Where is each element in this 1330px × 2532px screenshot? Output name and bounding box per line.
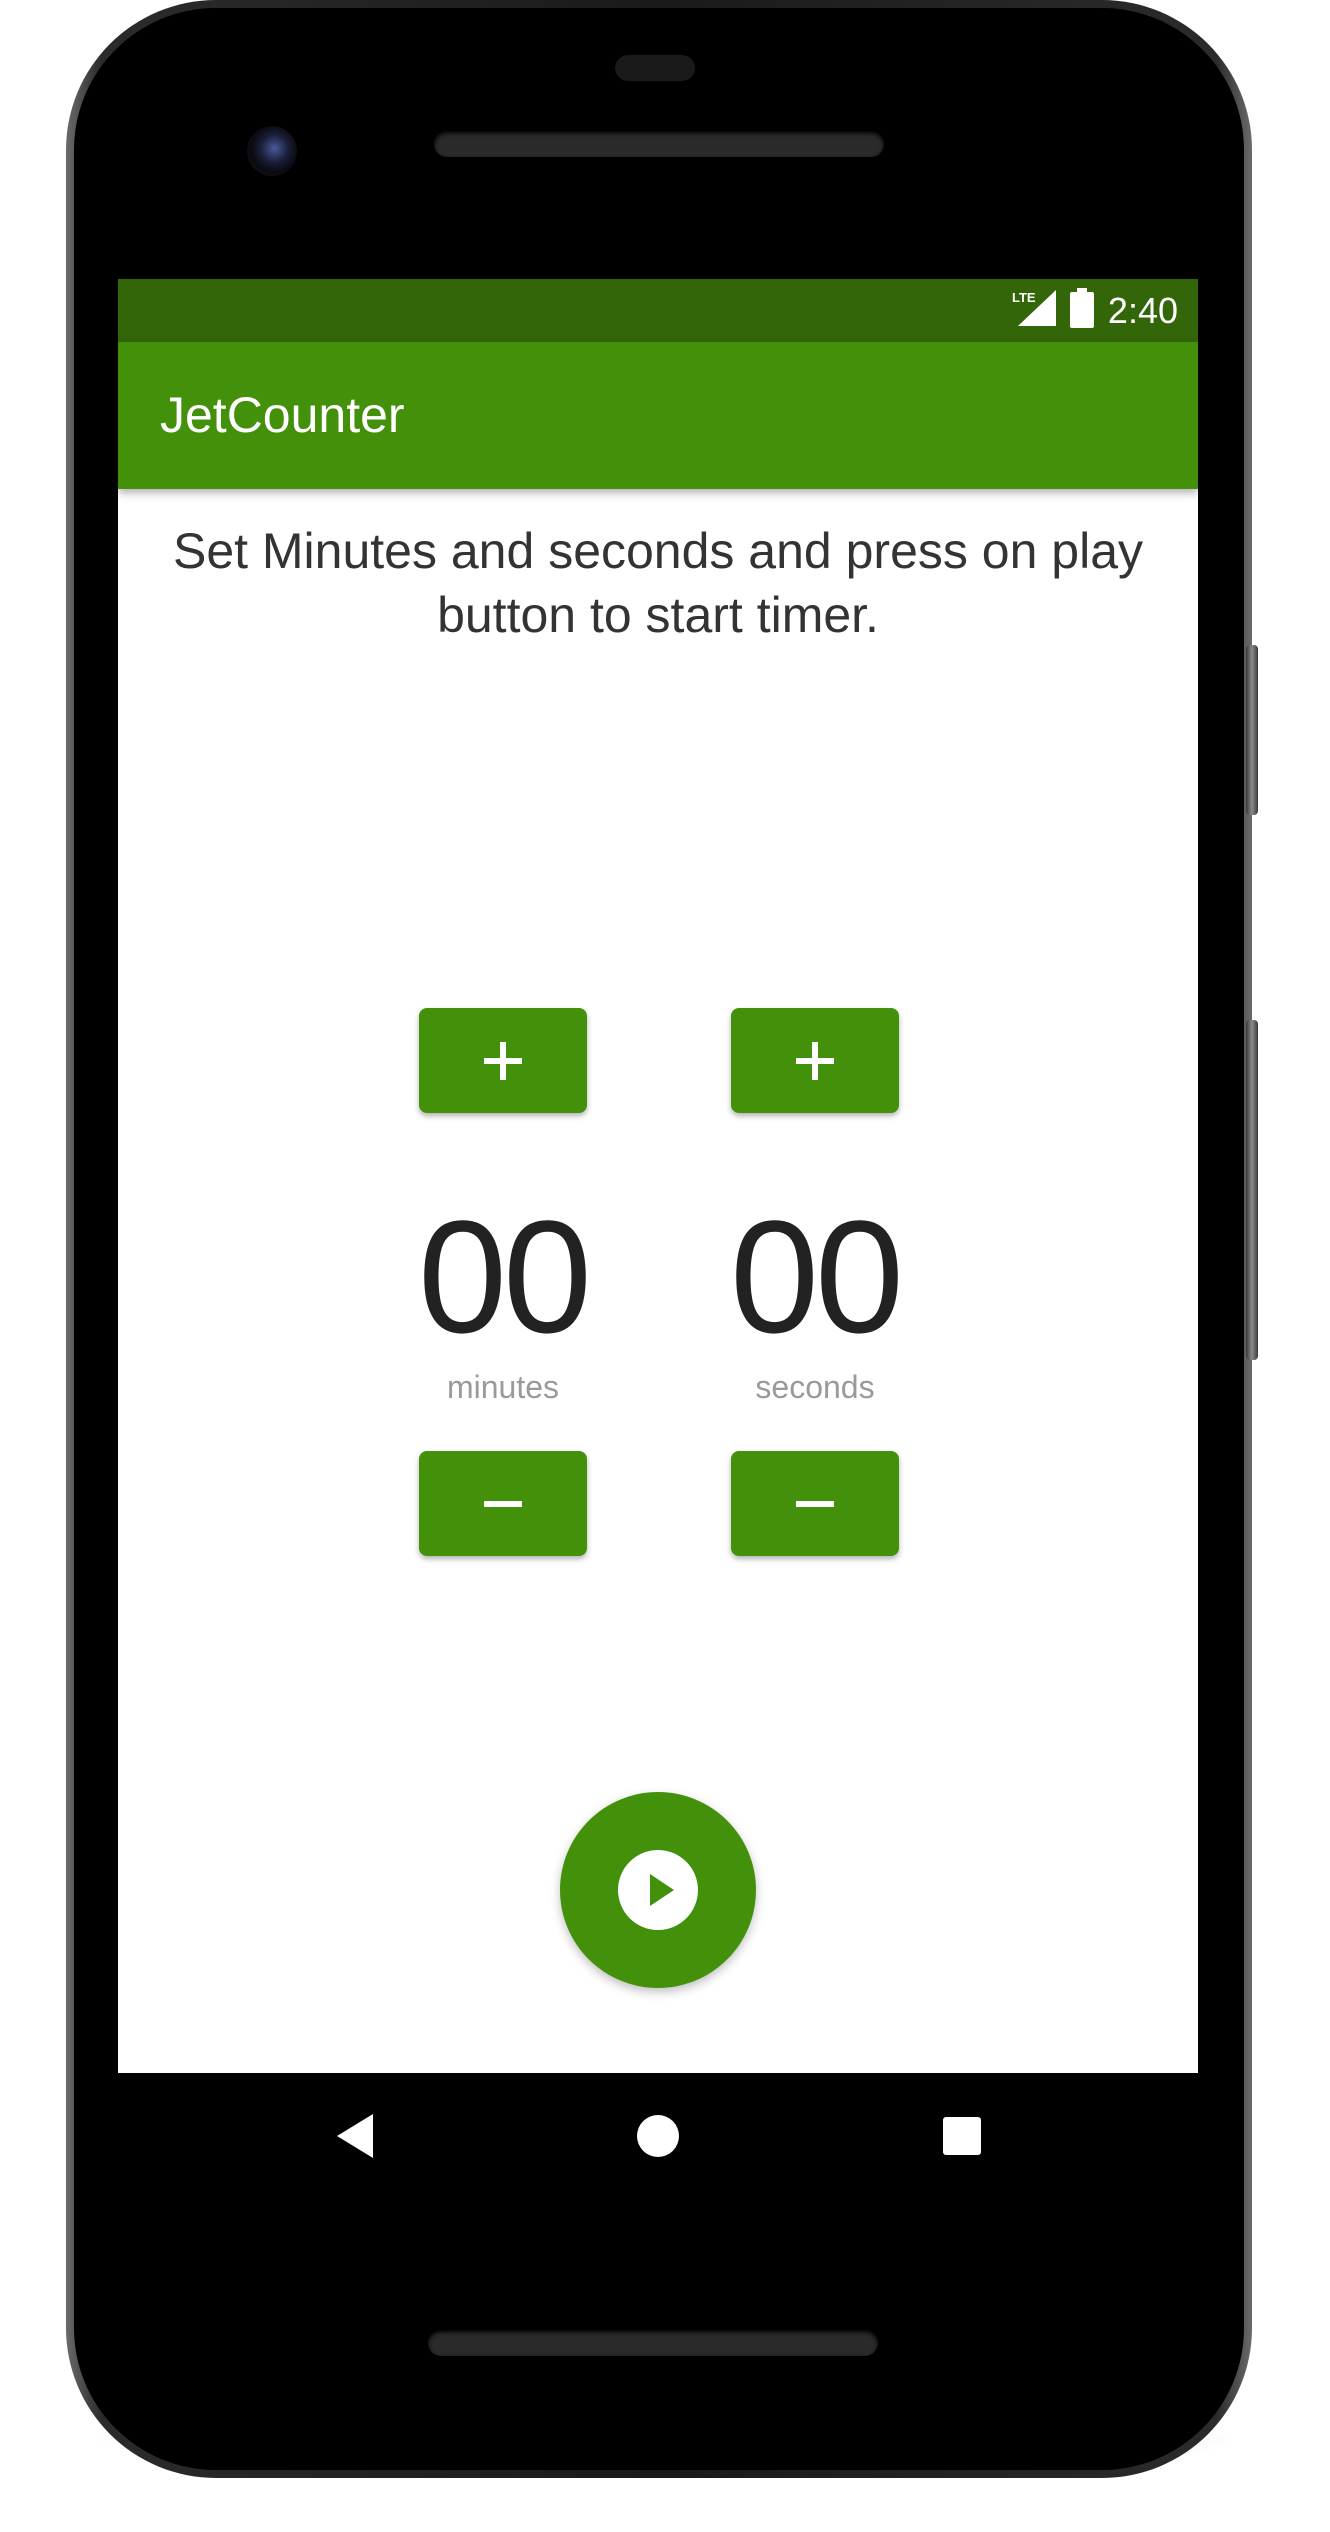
back-triangle-icon bbox=[337, 2114, 373, 2158]
lte-signal-icon: LTE bbox=[1012, 288, 1056, 333]
system-navigation-bar bbox=[118, 2073, 1198, 2199]
status-bar: LTE 2:40 bbox=[118, 279, 1198, 342]
minutes-value: 00 bbox=[418, 1187, 592, 1366]
nav-back-button[interactable] bbox=[292, 2073, 418, 2199]
app-bar: JetCounter bbox=[118, 342, 1198, 489]
minutes-label: minutes bbox=[446, 1369, 560, 1405]
minutes-decrement-button[interactable] bbox=[419, 1451, 587, 1556]
plus-icon bbox=[796, 1041, 834, 1080]
battery-icon bbox=[1069, 288, 1094, 333]
bottom-speaker bbox=[428, 2330, 878, 2356]
nav-recents-button[interactable] bbox=[899, 2073, 1025, 2199]
proximity-sensor bbox=[615, 55, 695, 81]
power-button bbox=[1246, 645, 1258, 815]
home-circle-icon bbox=[637, 2115, 679, 2157]
play-button[interactable] bbox=[560, 1792, 756, 1988]
recents-square-icon bbox=[943, 2117, 981, 2155]
minus-icon bbox=[484, 1500, 522, 1507]
minutes-increment-button[interactable] bbox=[419, 1008, 587, 1113]
seconds-decrement-button[interactable] bbox=[731, 1451, 899, 1556]
seconds-value: 00 bbox=[730, 1187, 904, 1366]
seconds-label: seconds bbox=[755, 1369, 875, 1405]
lte-label: LTE bbox=[1012, 290, 1036, 305]
app-screen: LTE 2:40 JetCounter Set Minutes and seco… bbox=[118, 279, 1198, 2073]
instructions-text: Set Minutes and seconds and press on pla… bbox=[172, 523, 1144, 643]
earpiece-speaker bbox=[434, 131, 884, 157]
app-title: JetCounter bbox=[160, 387, 405, 443]
status-icons: LTE 2:40 bbox=[1012, 279, 1178, 342]
minus-icon bbox=[796, 1500, 834, 1507]
status-time: 2:40 bbox=[1107, 289, 1178, 331]
front-camera bbox=[247, 126, 297, 176]
seconds-increment-button[interactable] bbox=[731, 1008, 899, 1113]
device-mockup: LTE 2:40 JetCounter Set Minutes and seco… bbox=[0, 0, 1330, 2532]
volume-button bbox=[1246, 1020, 1258, 1360]
nav-home-button[interactable] bbox=[595, 2073, 721, 2199]
play-circle-icon bbox=[618, 1850, 698, 1930]
plus-icon bbox=[484, 1041, 522, 1080]
